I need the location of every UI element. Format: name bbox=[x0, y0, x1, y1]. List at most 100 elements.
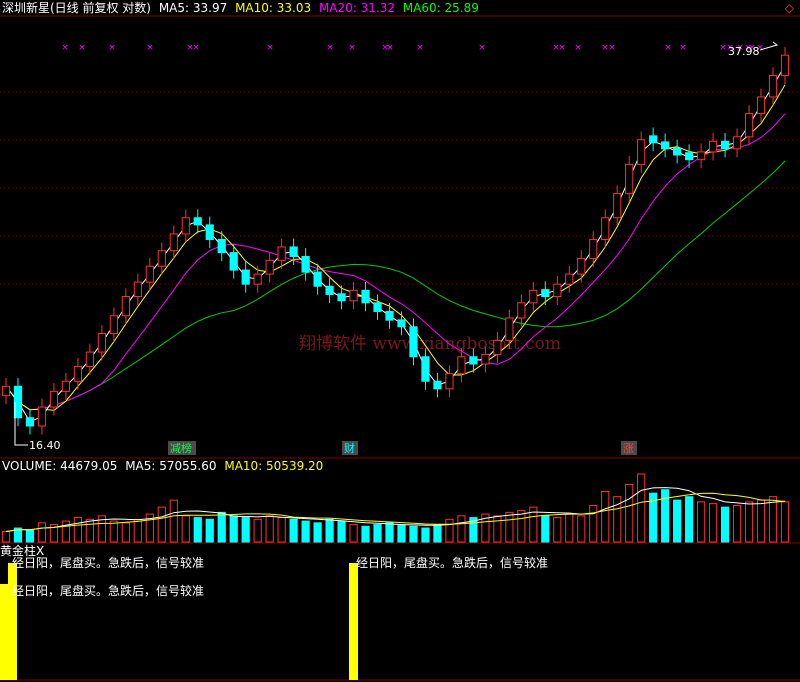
volume-bar bbox=[697, 501, 706, 543]
volume-bar bbox=[313, 522, 322, 543]
candle-body bbox=[97, 333, 106, 353]
candle-body bbox=[529, 289, 538, 304]
volume-bar bbox=[601, 490, 610, 543]
candle-body bbox=[49, 390, 59, 408]
volume-bar bbox=[397, 524, 406, 543]
ma10-polyline bbox=[5, 84, 786, 411]
ma5-polyline bbox=[5, 65, 786, 423]
candle-body bbox=[253, 273, 262, 285]
signal-marker: × bbox=[61, 43, 69, 53]
signal-marker: × bbox=[326, 43, 334, 53]
candle-body bbox=[397, 319, 406, 328]
candle-body bbox=[445, 373, 454, 390]
watermark-text: 翔博软件 www.xiangbosoft.com bbox=[299, 334, 561, 354]
signal-bar bbox=[0, 584, 9, 680]
volume-bar bbox=[385, 522, 394, 543]
candle-body bbox=[121, 296, 130, 317]
volume-header: VOLUME: 44679.05 MA5: 57055.60 MA10: 505… bbox=[2, 459, 323, 473]
ma20-line bbox=[5, 113, 786, 411]
signal-markers: × × × × ×× × × × ×× × × ×× × × × × × × × × ×× × bbox=[61, 43, 764, 53]
indicator-note-clipped: 经日阳，尾盘买。急跌后，信号较准 bbox=[356, 555, 548, 570]
candle-body bbox=[361, 289, 370, 304]
diamond-icon[interactable]: ◇ bbox=[785, 1, 794, 15]
signal-marker: × bbox=[386, 43, 394, 53]
candle-body bbox=[145, 265, 154, 283]
volume-bar bbox=[421, 527, 430, 543]
candle-body bbox=[768, 75, 778, 98]
volume-bar bbox=[109, 520, 118, 543]
signal-marker: × bbox=[478, 43, 486, 53]
volume-bar bbox=[37, 522, 47, 543]
stock-chart: 翔博软件 www.xiangbosoft.com × × × × × × × × × × × × × × ×… bbox=[0, 15, 800, 681]
candle-body bbox=[553, 283, 562, 298]
ma5-line bbox=[5, 65, 786, 423]
volume-bar bbox=[337, 520, 346, 543]
signal-bar bbox=[8, 563, 17, 680]
candle-body bbox=[1, 385, 11, 397]
candle-body bbox=[337, 293, 346, 302]
candle-body bbox=[265, 259, 274, 275]
candle-body bbox=[541, 289, 550, 298]
volume-bar bbox=[241, 517, 250, 543]
candle-body bbox=[756, 96, 766, 115]
candle-body bbox=[61, 380, 71, 392]
candle-body bbox=[409, 326, 418, 358]
candle-body bbox=[589, 238, 598, 259]
indicator-note: 经日阳，尾盘买。急跌后，信号较准 bbox=[12, 583, 204, 598]
candle-body bbox=[289, 246, 298, 257]
ma20-polyline bbox=[5, 113, 786, 411]
candle-body bbox=[744, 113, 754, 138]
volume-bars bbox=[1, 473, 790, 543]
signal-marker: × bbox=[78, 43, 86, 53]
candle-body bbox=[313, 271, 322, 287]
volume-bar bbox=[265, 515, 274, 543]
candle-body bbox=[25, 417, 35, 427]
volume-bar bbox=[780, 501, 790, 543]
volume-bar bbox=[732, 504, 742, 543]
candlesticks bbox=[1, 46, 790, 435]
volume-bar bbox=[637, 473, 646, 543]
volume-ma10: MA10: 50539.20 bbox=[224, 459, 324, 473]
candle-body bbox=[708, 140, 718, 153]
volume-bar bbox=[205, 518, 214, 543]
volume-bar bbox=[253, 518, 262, 543]
volume-bar bbox=[685, 496, 694, 543]
candle-body bbox=[720, 140, 730, 150]
signal-marker: × bbox=[608, 43, 616, 53]
volume-bar bbox=[1, 531, 11, 543]
volume-bar bbox=[433, 524, 442, 543]
volume-bar bbox=[133, 518, 142, 543]
candle-body bbox=[169, 233, 178, 252]
event-tag: 财 bbox=[344, 441, 355, 455]
ma10-line bbox=[5, 84, 786, 411]
candle-body bbox=[193, 217, 202, 226]
candle-body bbox=[205, 224, 214, 240]
volume-bar bbox=[193, 517, 202, 543]
volume-bar bbox=[768, 496, 778, 543]
volume-bar bbox=[541, 515, 550, 543]
volume-bar bbox=[169, 499, 178, 543]
volume-bar bbox=[744, 501, 754, 543]
volume-bar bbox=[673, 499, 682, 543]
candle-body bbox=[613, 193, 622, 219]
chart-title: 深圳新星(日线 前复权 对数) bbox=[2, 1, 151, 15]
candle-body bbox=[241, 269, 250, 285]
volume-bar bbox=[73, 517, 83, 543]
signal-bar bbox=[349, 563, 358, 680]
candle-body bbox=[301, 255, 310, 273]
candle-body bbox=[577, 257, 586, 275]
volume-bar bbox=[565, 513, 574, 543]
candle-body bbox=[157, 250, 166, 267]
volume-bar bbox=[229, 515, 238, 543]
volume-bar bbox=[277, 517, 286, 543]
volume-bar bbox=[517, 510, 526, 543]
volume-bar bbox=[589, 504, 598, 543]
candle-body bbox=[625, 163, 634, 195]
volume-bar bbox=[720, 506, 730, 543]
price-header: 深圳新星(日线 前复权 对数) MA5: 33.97 MA10: 33.03 M… bbox=[2, 1, 479, 15]
candle-body bbox=[457, 356, 466, 375]
volume-bar bbox=[373, 524, 382, 543]
ma5-value: MA5: 33.97 bbox=[158, 1, 228, 15]
volume-bar bbox=[553, 517, 562, 543]
ma20-value: MA20: 31.32 bbox=[318, 1, 395, 15]
